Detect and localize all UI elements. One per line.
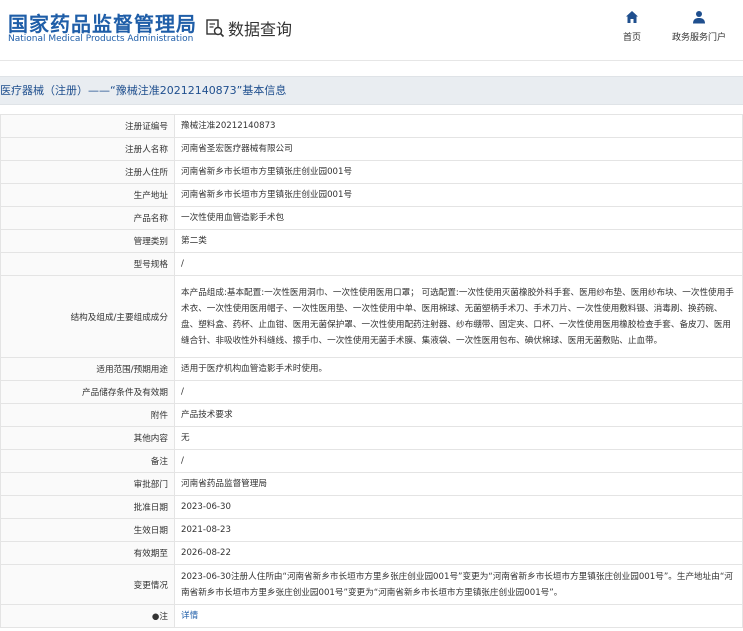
row-value: 无 [174, 426, 743, 450]
row-label: 注册人住所 [0, 160, 175, 184]
table-row: 注册证编号 豫械注准20212140873 [0, 114, 743, 138]
row-label: 审批部门 [0, 472, 175, 496]
data-query-label: 数据查询 [228, 20, 293, 39]
table-row: 型号规格 / [0, 252, 743, 276]
row-label: 批准日期 [0, 495, 175, 519]
table-row: 注册人住所 河南省新乡市长垣市方里镇张庄创业园001号 [0, 160, 743, 184]
row-value: 河南省药品监督管理局 [174, 472, 743, 496]
row-label: 管理类别 [0, 229, 175, 253]
row-label: 结构及组成/主要组成成分 [0, 275, 175, 358]
details-link[interactable]: 详情 [181, 611, 198, 621]
row-label: 附件 [0, 403, 175, 427]
row-label: 变更情况 [0, 564, 175, 605]
row-value: 2021-08-23 [174, 518, 743, 542]
row-label: 产品储存条件及有效期 [0, 380, 175, 404]
row-label: 其他内容 [0, 426, 175, 450]
table-row: 备注 / [0, 449, 743, 473]
site-header: 国家药品监督管理局 National Medical Products Admi… [0, 0, 743, 61]
row-value: 河南省新乡市长垣市方里镇张庄创业园001号 [174, 183, 743, 207]
search-document-icon [206, 19, 225, 38]
table-row: 审批部门 河南省药品监督管理局 [0, 472, 743, 496]
note-label-cell: ●注 [0, 604, 175, 628]
table-row: 附件 产品技术要求 [0, 403, 743, 427]
row-value: / [174, 380, 743, 404]
table-row: 产品储存条件及有效期 / [0, 380, 743, 404]
table-row: 批准日期 2023-06-30 [0, 495, 743, 519]
home-icon [626, 11, 638, 23]
brand-title: 国家药品监督管理局 [8, 12, 197, 36]
row-value: 一次性使用血管造影手术包 [174, 206, 743, 230]
user-icon [693, 11, 705, 24]
table-row: 生效日期 2021-08-23 [0, 518, 743, 542]
table-row: 产品名称 一次性使用血管造影手术包 [0, 206, 743, 230]
row-value: / [174, 252, 743, 276]
row-value: 产品技术要求 [174, 403, 743, 427]
row-value: 适用于医疗机构血管造影手术时使用。 [174, 357, 743, 381]
row-label: 有效期至 [0, 541, 175, 565]
row-value: 2026-08-22 [174, 541, 743, 565]
row-value: 本产品组成:基本配置:一次性医用洞巾、一次性使用医用口罩； 可选配置:一次性使用… [174, 275, 743, 358]
row-label: 适用范围/预期用途 [0, 357, 175, 381]
row-label: 产品名称 [0, 206, 175, 230]
table-row: 管理类别 第二类 [0, 229, 743, 253]
table-row: 其他内容 无 [0, 426, 743, 450]
table-row: 结构及组成/主要组成成分 本产品组成:基本配置:一次性医用洞巾、一次性使用医用口… [0, 275, 743, 358]
row-value: 2023-06-30 [174, 495, 743, 519]
nav-home[interactable]: 首页 [600, 10, 664, 43]
table-row: 适用范围/预期用途 适用于医疗机构血管造影手术时使用。 [0, 357, 743, 381]
data-query-link[interactable]: 数据查询 [205, 16, 292, 40]
brand-subtitle: National Medical Products Administration [8, 34, 194, 44]
table-row-note: ●注 详情 [0, 604, 743, 628]
row-value: 2023-06-30注册人住所由“河南省新乡市长垣市方里乡张庄创业园001号”变… [174, 564, 743, 605]
table-row: 有效期至 2026-08-22 [0, 541, 743, 565]
row-label: 生效日期 [0, 518, 175, 542]
registration-info-table: 注册证编号 豫械注准20212140873 注册人名称 河南省圣宏医疗器械有限公… [0, 114, 743, 628]
row-value: 河南省新乡市长垣市方里镇张庄创业园001号 [174, 160, 743, 184]
table-row: 变更情况 2023-06-30注册人住所由“河南省新乡市长垣市方里乡张庄创业园0… [0, 564, 743, 605]
table-row: 注册人名称 河南省圣宏医疗器械有限公司 [0, 137, 743, 161]
row-value: 豫械注准20212140873 [174, 114, 743, 138]
page-title: 医疗器械（注册）——“豫械注准20212140873”基本信息 [0, 76, 743, 105]
row-label: 备注 [0, 449, 175, 473]
nav-service-portal-label: 政务服务门户 [671, 33, 726, 43]
row-label: 注册人名称 [0, 137, 175, 161]
row-label: 生产地址 [0, 183, 175, 207]
row-value: / [174, 449, 743, 473]
row-value: 第二类 [174, 229, 743, 253]
row-label: 注册证编号 [0, 114, 175, 138]
table-row: 生产地址 河南省新乡市长垣市方里镇张庄创业园001号 [0, 183, 743, 207]
note-value-cell: 详情 [174, 604, 743, 628]
note-label: 注 [159, 612, 168, 622]
nav-home-label: 首页 [622, 33, 641, 43]
row-value: 河南省圣宏医疗器械有限公司 [174, 137, 743, 161]
nav-service-portal[interactable]: 政务服务门户 [667, 10, 731, 43]
row-label: 型号规格 [0, 252, 175, 276]
